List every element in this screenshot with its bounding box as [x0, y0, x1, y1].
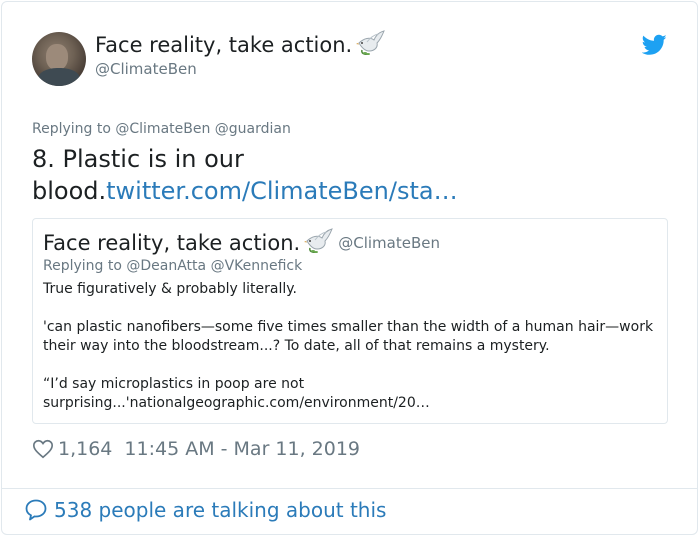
avatar-body	[38, 68, 80, 86]
dove-icon	[356, 30, 386, 55]
quoted-author-name: Face reality, take action.	[43, 231, 301, 255]
quoted-author-handle: @ClimateBen	[338, 234, 440, 252]
quoted-paragraph: “I’d say microplastics in poop are not s…	[43, 376, 430, 411]
quoted-author-row: Face reality, take action. @ClimateBen	[43, 228, 440, 255]
author-name-row[interactable]: Face reality, take action.	[95, 30, 386, 57]
twitter-bird-icon[interactable]	[642, 34, 667, 56]
tweet-timestamp[interactable]: 11:45 AM - Mar 11, 2019	[124, 438, 360, 460]
footer-divider	[1, 488, 698, 489]
author-name[interactable]: Face reality, take action.	[95, 33, 352, 57]
avatar-face	[46, 44, 68, 70]
tweet-text: 8. Plastic is in our blood.twitter.com/C…	[32, 143, 662, 207]
talking-count[interactable]: 538 people are talking about this	[54, 498, 386, 522]
quoted-paragraph: 'can plastic nanofibers—some five times …	[43, 319, 654, 354]
author-avatar[interactable]	[32, 32, 86, 86]
like-count[interactable]: 1,164	[58, 438, 112, 460]
tweet-meta: 1,164 11:45 AM - Mar 11, 2019	[32, 436, 360, 462]
tweet-link[interactable]: twitter.com/ClimateBen/sta…	[106, 177, 457, 205]
quoted-replying-to: Replying to @DeanAtta @VKennefick	[43, 258, 303, 274]
quoted-paragraph: True figuratively & probably literally.	[43, 281, 297, 297]
heart-icon[interactable]	[32, 438, 54, 460]
quoted-text: True figuratively & probably literally. …	[43, 280, 658, 432]
dove-icon	[304, 228, 334, 253]
speech-bubble-icon	[25, 499, 47, 521]
author-handle[interactable]: @ClimateBen	[95, 60, 197, 78]
quoted-tweet[interactable]: Face reality, take action. @ClimateBen R…	[32, 218, 668, 424]
conversation-link[interactable]: 538 people are talking about this	[24, 498, 386, 522]
replying-to[interactable]: Replying to @ClimateBen @guardian	[32, 121, 291, 137]
